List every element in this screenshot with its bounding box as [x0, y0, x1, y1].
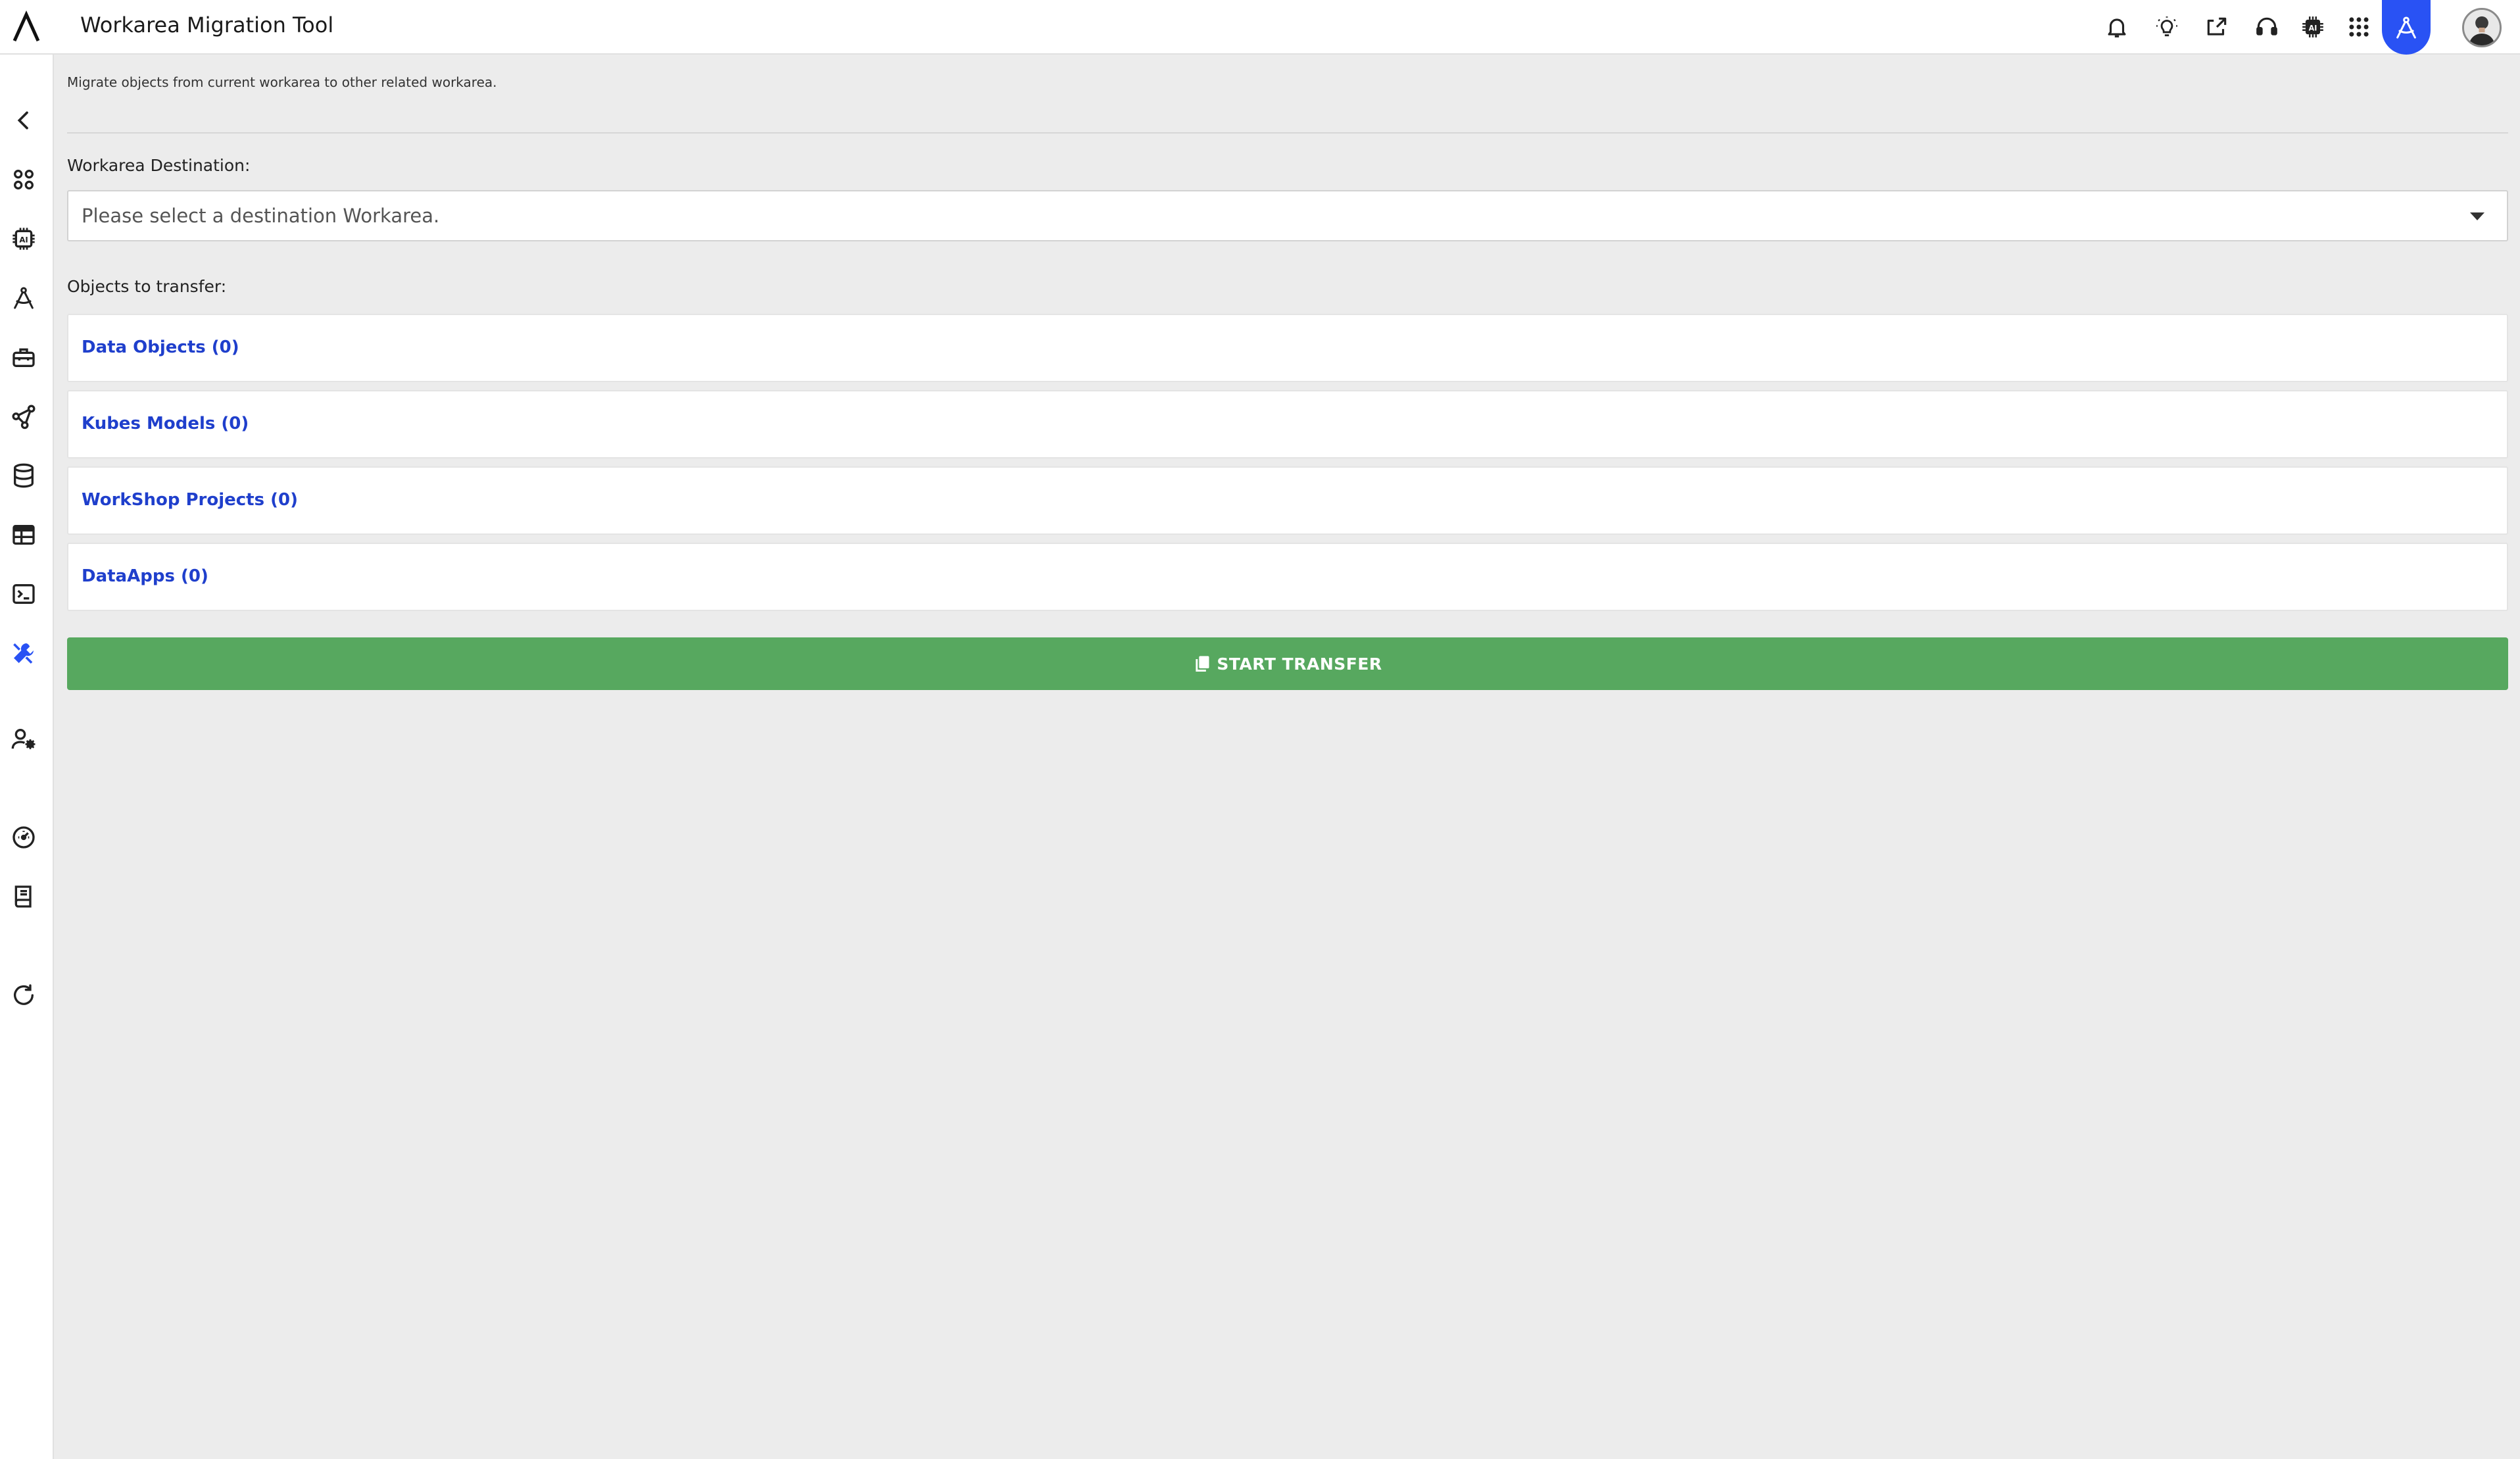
compass-icon[interactable]: [2382, 0, 2431, 55]
app-logo-icon[interactable]: [9, 10, 43, 45]
panel-kubes-models[interactable]: Kubes Models (0): [67, 390, 2508, 458]
avatar[interactable]: [2462, 8, 2502, 47]
panel-title[interactable]: DataApps (0): [82, 566, 208, 586]
copy-icon: [1196, 656, 1209, 672]
toolbox-icon[interactable]: [8, 341, 39, 373]
panel-title[interactable]: Kubes Models (0): [82, 414, 249, 433]
chevron-down-icon[interactable]: [2470, 212, 2484, 220]
user-settings-icon[interactable]: [8, 723, 39, 754]
speedometer-icon[interactable]: [8, 822, 39, 853]
destination-placeholder: Please select a destination Workarea.: [82, 205, 440, 227]
divider: [67, 132, 2508, 134]
start-transfer-label: START TRANSFER: [1217, 654, 1382, 674]
compass-icon[interactable]: [8, 282, 39, 314]
panel-title[interactable]: Data Objects (0): [82, 337, 239, 357]
terminal-icon[interactable]: [8, 578, 39, 610]
apps-grid-icon[interactable]: [2344, 12, 2374, 42]
network-icon[interactable]: [8, 401, 39, 432]
panel-title[interactable]: WorkShop Projects (0): [82, 490, 298, 510]
app-title: Workarea Migration Tool: [80, 12, 334, 37]
lightbulb-icon[interactable]: [2152, 12, 2182, 42]
panel-data-objects[interactable]: Data Objects (0): [67, 314, 2508, 382]
support-headset-icon[interactable]: [2252, 12, 2282, 42]
refresh-icon[interactable]: [8, 979, 39, 1011]
sidebar: AI: [0, 55, 54, 1459]
panel-workshop-projects[interactable]: WorkShop Projects (0): [67, 466, 2508, 535]
destination-select[interactable]: Please select a destination Workarea.: [67, 190, 2508, 241]
table-icon[interactable]: [8, 519, 39, 551]
top-bar: Workarea Migration Tool AI: [0, 0, 2520, 55]
share-icon[interactable]: [2202, 12, 2232, 42]
dashboard-icon[interactable]: [8, 164, 39, 195]
ai-chip-icon[interactable]: AI: [8, 223, 39, 255]
panel-dataapps[interactable]: DataApps (0): [67, 543, 2508, 611]
destination-label: Workarea Destination:: [67, 156, 251, 175]
database-icon[interactable]: [8, 460, 39, 491]
ai-chip-icon[interactable]: AI: [2298, 12, 2328, 42]
page-description: Migrate objects from current workarea to…: [67, 74, 497, 90]
objects-label: Objects to transfer:: [67, 277, 227, 296]
bell-icon[interactable]: [2102, 12, 2132, 42]
svg-text:AI: AI: [2309, 24, 2317, 33]
start-transfer-button[interactable]: START TRANSFER: [67, 637, 2508, 690]
back-chevron-icon[interactable]: [8, 105, 39, 136]
tools-icon[interactable]: [8, 637, 39, 669]
svg-text:AI: AI: [19, 235, 28, 245]
book-icon[interactable]: [8, 881, 39, 912]
